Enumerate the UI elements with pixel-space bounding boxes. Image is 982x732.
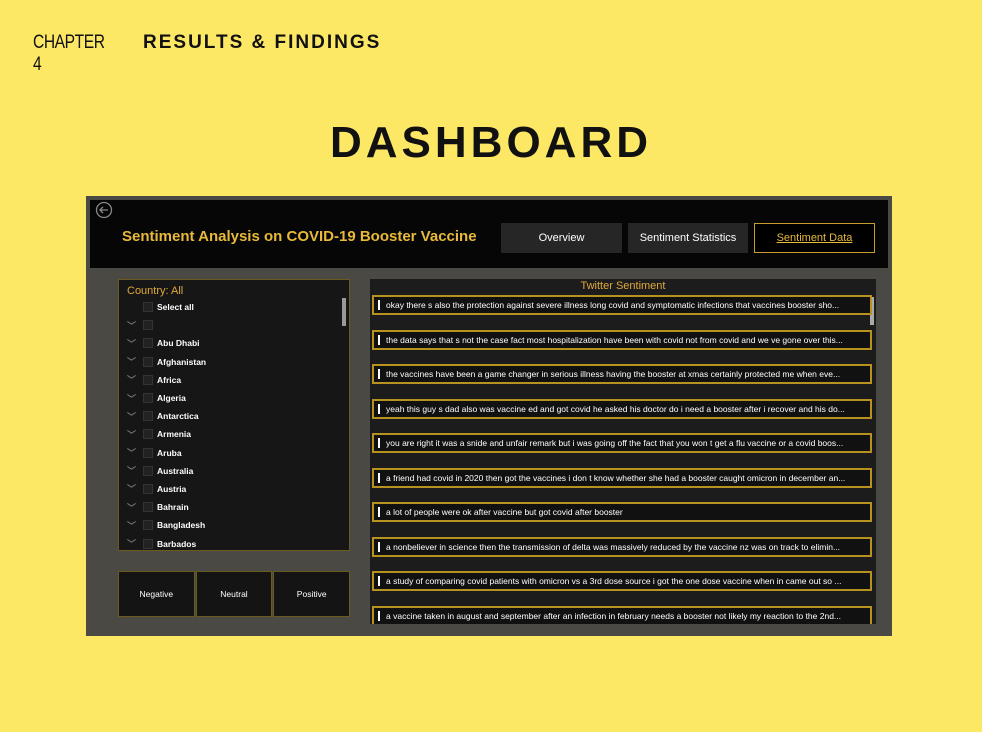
- chevron-down-icon[interactable]: ﹀: [127, 319, 137, 332]
- slicer-item-label: Aruba: [157, 447, 182, 458]
- country-slicer: Country: All Select all ﹀ ﹀ Abu Dhabi ﹀ Af…: [118, 279, 350, 551]
- tweet-row[interactable]: the data says that s not the case fact m…: [372, 329, 872, 350]
- slicer-list: Select all ﹀ ﹀ Abu Dhabi ﹀ Afghanistan ﹀ Af…: [119, 298, 337, 553]
- slicer-item-country[interactable]: ﹀ Austria: [119, 480, 337, 498]
- tweet-row[interactable]: yeah this guy s dad also was vaccine ed …: [372, 398, 872, 419]
- checkbox[interactable]: [143, 411, 153, 422]
- slicer-item-label: Abu Dhabi: [157, 338, 200, 349]
- dashboard-header: Sentiment Analysis on COVID-19 Booster V…: [90, 200, 888, 268]
- slicer-item-country[interactable]: ﹀ Africa: [119, 371, 337, 389]
- neutral-button[interactable]: Neutral: [195, 571, 273, 617]
- slicer-item-label: Australia: [157, 465, 194, 476]
- slicer-item-country[interactable]: ﹀ Afghanistan: [119, 353, 337, 371]
- tweet-row[interactable]: you are right it was a snide and unfair …: [372, 433, 872, 453]
- slicer-item-label: Algeria: [157, 393, 186, 404]
- slicer-item-label: Bangladesh: [157, 520, 206, 531]
- slicer-item-country[interactable]: ﹀ Barbados: [119, 534, 337, 552]
- slicer-item-country[interactable]: ﹀ Algeria: [119, 389, 337, 407]
- tweet-row[interactable]: a lot of people were ok after vaccine bu…: [372, 502, 872, 522]
- slicer-item-label: Bahrain: [157, 502, 189, 513]
- positive-button[interactable]: Positive: [273, 571, 351, 617]
- slicer-item-label: Africa: [157, 374, 182, 385]
- chevron-down-icon[interactable]: ﹀: [127, 482, 137, 495]
- tweet-row[interactable]: a vaccine taken in august and september …: [372, 605, 872, 624]
- slicer-item-country[interactable]: ﹀ Antarctica: [119, 407, 337, 425]
- checkbox[interactable]: [143, 374, 153, 385]
- chevron-down-icon[interactable]: ﹀: [127, 428, 137, 441]
- slicer-item-label: Select all: [157, 302, 194, 313]
- slicer-item-label: Austria: [157, 483, 187, 494]
- slicer-item-label: Afghanistan: [157, 356, 207, 367]
- checkbox[interactable]: [143, 320, 153, 331]
- slicer-item-country[interactable]: ﹀ Aruba: [119, 444, 337, 462]
- checkbox[interactable]: [143, 502, 153, 513]
- slicer-item-label: Antarctica: [157, 411, 199, 422]
- negative-button[interactable]: Negative: [118, 571, 195, 617]
- tweet-row[interactable]: a study of comparing covid patients with…: [372, 571, 872, 591]
- chapter-title: RESULTS & FINDINGS: [143, 32, 382, 53]
- chevron-down-icon[interactable]: ﹀: [127, 392, 137, 405]
- tab-overview[interactable]: Overview: [501, 223, 622, 253]
- chevron-down-icon[interactable]: ﹀: [127, 446, 137, 459]
- chevron-down-icon[interactable]: ﹀: [127, 537, 137, 550]
- dashboard-screenshot: Sentiment Analysis on COVID-19 Booster V…: [86, 196, 892, 636]
- slicer-item-country[interactable]: ﹀ Abu Dhabi: [119, 334, 337, 352]
- checkbox[interactable]: [143, 429, 153, 440]
- tweets-title: Twitter Sentiment: [580, 280, 666, 292]
- slicer-item-country[interactable]: ﹀ Australia: [119, 462, 337, 480]
- slicer-item-country[interactable]: ﹀ Armenia: [119, 425, 337, 443]
- tweet-row[interactable]: a friend had covid in 2020 then got the …: [372, 467, 872, 488]
- slicer-item-select-all[interactable]: Select all: [119, 298, 337, 316]
- back-arrow-icon[interactable]: [95, 201, 113, 219]
- chevron-down-icon[interactable]: ﹀: [127, 519, 137, 532]
- chevron-down-icon[interactable]: ﹀: [127, 373, 137, 386]
- slicer-header: Country: All: [127, 285, 184, 297]
- checkbox[interactable]: [143, 483, 153, 494]
- chevron-down-icon[interactable]: ﹀: [127, 337, 137, 350]
- slicer-item-label: Barbados: [157, 538, 197, 549]
- twitter-sentiment-table: Twitter Sentiment okay there s also the …: [370, 279, 876, 624]
- checkbox[interactable]: [143, 447, 153, 458]
- checkbox[interactable]: [143, 338, 153, 349]
- tab-sentiment-statistics[interactable]: Sentiment Statistics: [628, 223, 748, 253]
- slicer-scrollbar[interactable]: [342, 298, 346, 326]
- tweet-row[interactable]: a nonbeliever in science then the transm…: [372, 536, 872, 557]
- chapter-header: CHAPTER 4 RESULTS & FINDINGS: [33, 32, 381, 76]
- slicer-item-country[interactable]: ﹀ Bangladesh: [119, 516, 337, 534]
- slicer-item-label: Armenia: [157, 429, 192, 440]
- slicer-item-blank[interactable]: ﹀: [119, 316, 337, 334]
- checkbox[interactable]: [143, 302, 153, 313]
- checkbox[interactable]: [143, 520, 153, 531]
- dashboard-title: Sentiment Analysis on COVID-19 Booster V…: [122, 228, 477, 245]
- slicer-item-country[interactable]: ﹀ Bahrain: [119, 498, 337, 516]
- chevron-down-icon[interactable]: ﹀: [127, 355, 137, 368]
- tweet-row[interactable]: okay there s also the protection against…: [372, 295, 872, 315]
- checkbox[interactable]: [143, 393, 153, 404]
- chapter-number: CHAPTER 4: [33, 32, 105, 75]
- chevron-down-icon[interactable]: ﹀: [127, 410, 137, 423]
- tweet-row[interactable]: the vaccines have been a game changer in…: [372, 364, 872, 384]
- chevron-down-icon[interactable]: ﹀: [127, 501, 137, 514]
- tab-sentiment-data[interactable]: Sentiment Data: [754, 223, 875, 253]
- chevron-down-icon[interactable]: ﹀: [127, 464, 137, 477]
- page-title: DASHBOARD: [330, 118, 652, 167]
- checkbox[interactable]: [143, 465, 153, 476]
- checkbox[interactable]: [143, 538, 153, 549]
- checkbox[interactable]: [143, 356, 153, 367]
- sentiment-filter-buttons: Negative Neutral Positive: [118, 571, 351, 617]
